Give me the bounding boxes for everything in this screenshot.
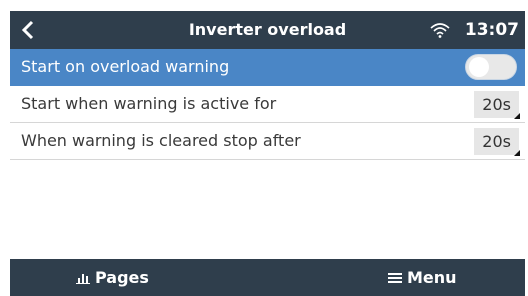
start-delay-text: 20s xyxy=(482,95,511,114)
menu-button[interactable]: Menu xyxy=(388,259,457,296)
hamburger-menu-icon xyxy=(388,272,402,283)
row-start-on-overload-warning[interactable]: Start on overload warning xyxy=(10,49,525,86)
stop-delay-text: 20s xyxy=(482,132,511,151)
bar-chart-icon xyxy=(76,273,90,284)
menu-label: Menu xyxy=(407,268,457,287)
row-label: Start on overload warning xyxy=(21,57,230,76)
stop-delay-value[interactable]: 20s xyxy=(474,128,520,156)
toggle-knob xyxy=(469,57,489,77)
clock: 13:07 xyxy=(464,20,519,40)
settings-list: Start on overload warning Start when war… xyxy=(10,49,525,160)
footer-bar: Pages Menu xyxy=(10,259,525,296)
edit-corner-icon xyxy=(514,150,520,156)
edit-corner-icon xyxy=(514,113,520,119)
row-stop-after-cleared[interactable]: When warning is cleared stop after 20s xyxy=(10,123,525,160)
row-label: When warning is cleared stop after xyxy=(21,131,301,150)
wifi-icon xyxy=(430,23,450,38)
overload-warning-toggle[interactable] xyxy=(465,54,517,80)
pages-button[interactable]: Pages xyxy=(76,259,149,296)
row-label: Start when warning is active for xyxy=(21,94,277,113)
pages-label: Pages xyxy=(95,268,149,287)
title-bar: Inverter overload 13:07 xyxy=(10,11,525,49)
device-screen: Inverter overload 13:07 Start on overloa… xyxy=(10,11,525,296)
start-delay-value[interactable]: 20s xyxy=(474,91,520,119)
row-start-when-warning-active[interactable]: Start when warning is active for 20s xyxy=(10,86,525,123)
